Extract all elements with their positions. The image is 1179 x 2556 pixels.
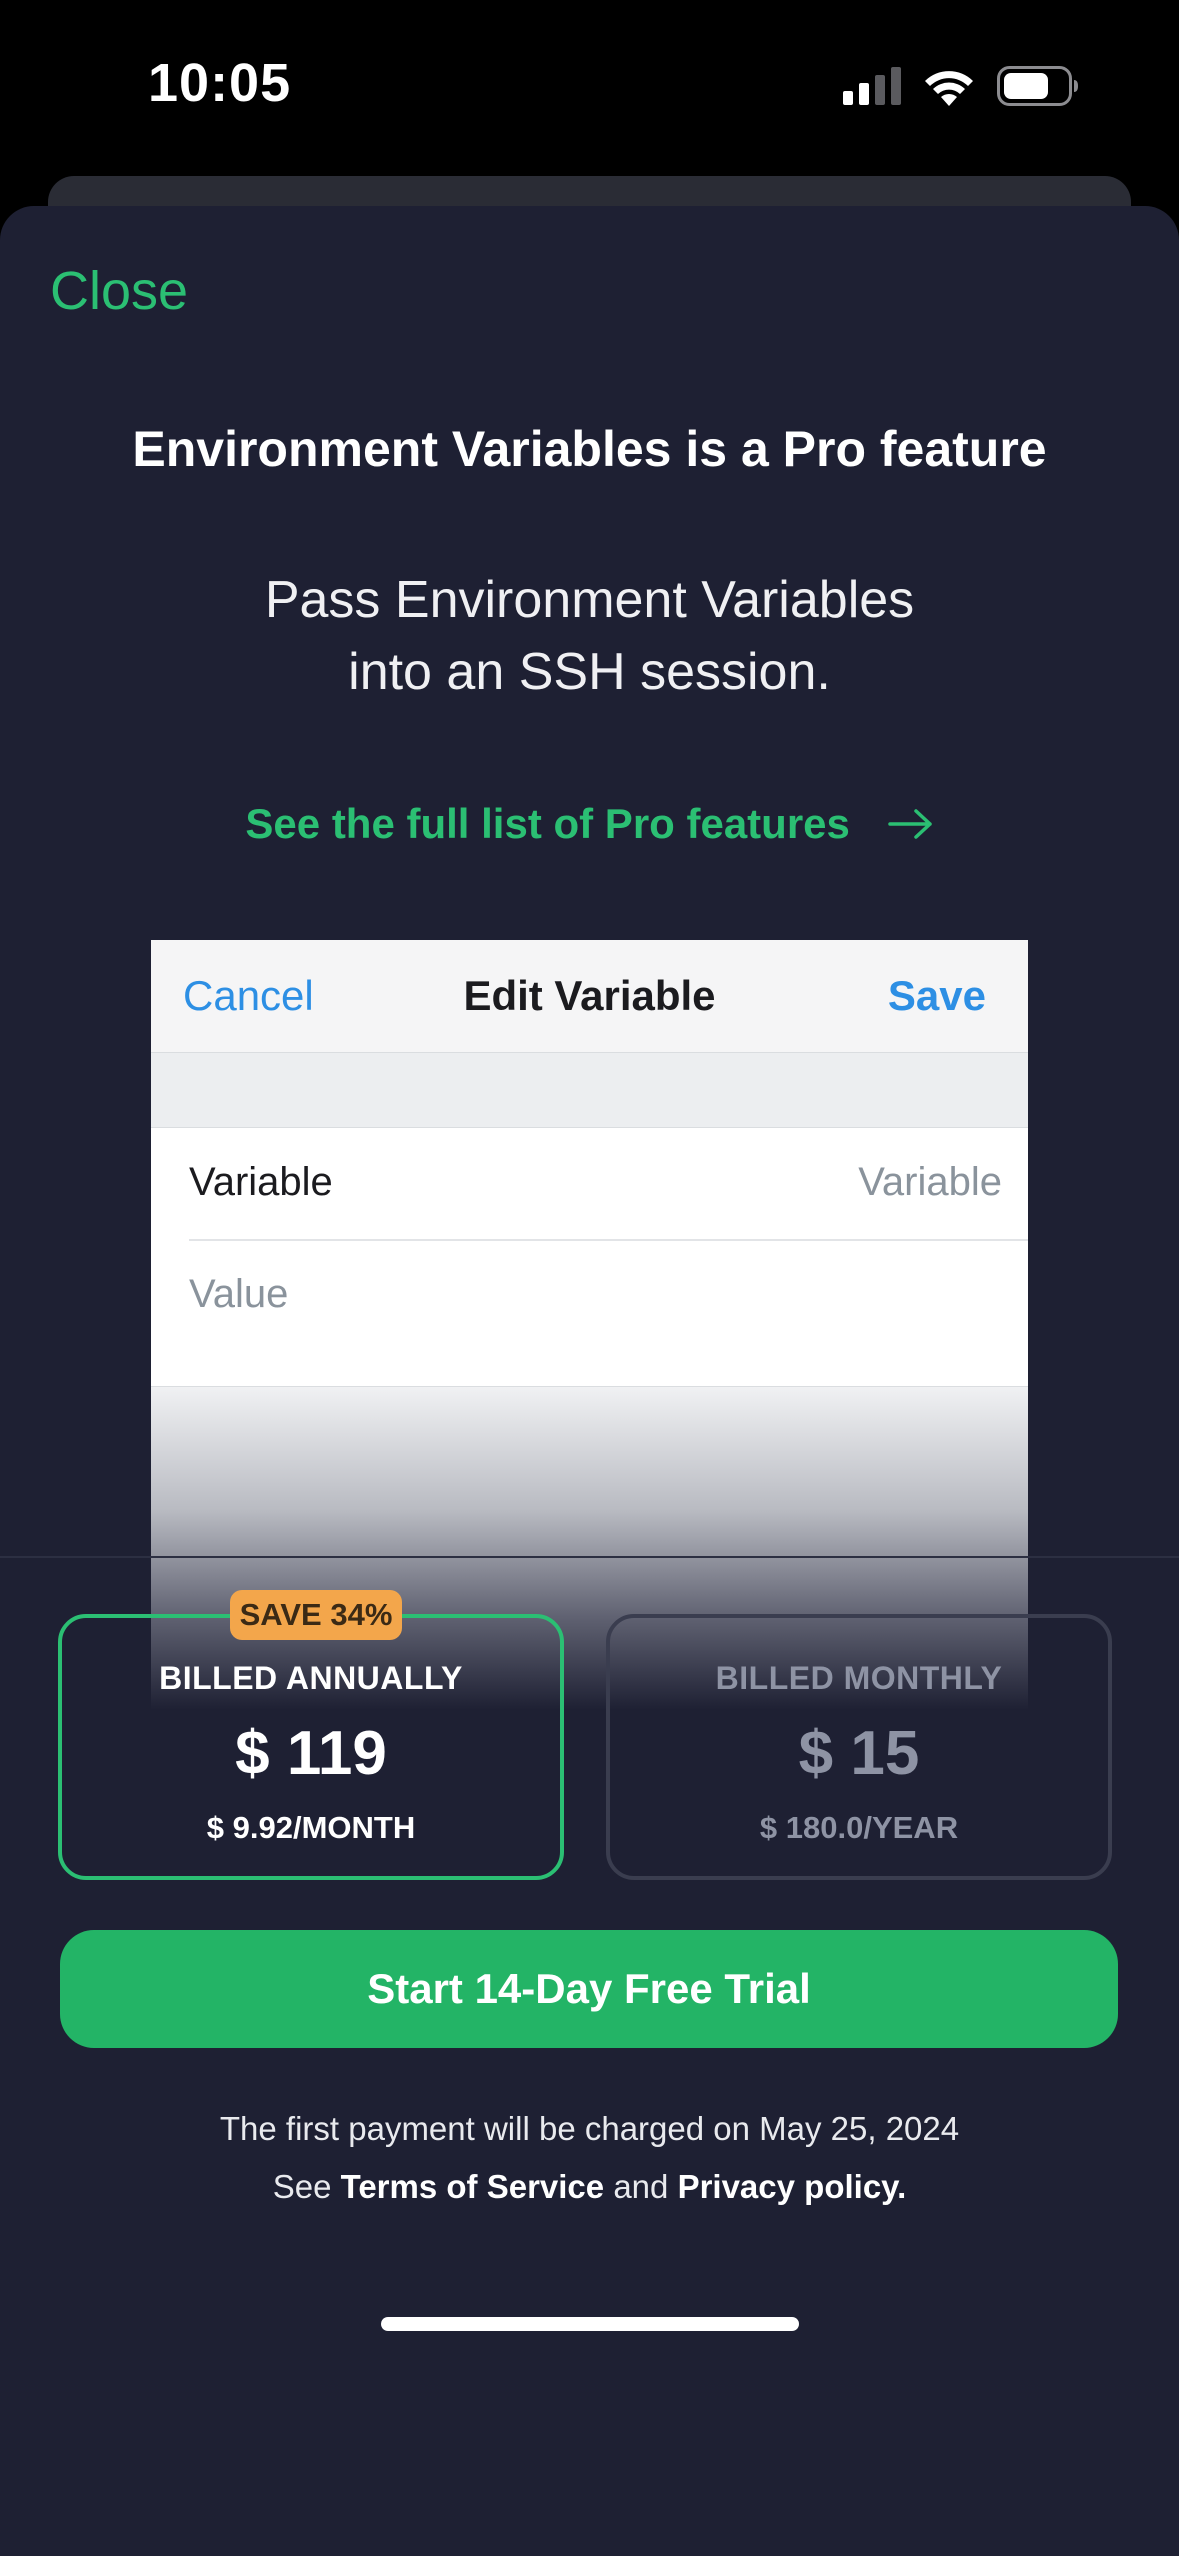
pro-features-link[interactable]: See the full list of Pro features [0, 800, 1179, 848]
plan-annual-monthly-price: $ 9.92/MONTH [206, 1810, 416, 1845]
variable-placeholder: Variable [858, 1160, 1002, 1204]
plan-monthly-card[interactable]: BILLED MONTHLY $ 15 $ 180.0/YEAR [606, 1614, 1112, 1880]
divider [0, 1556, 1179, 1558]
start-trial-button[interactable]: Start 14-Day Free Trial [60, 1930, 1118, 2048]
plan-monthly-price: $ 15 [798, 1719, 920, 1788]
terms-of-service-link[interactable]: Terms of Service [341, 2168, 605, 2205]
plan-monthly-name: BILLED MONTHLY [715, 1660, 1003, 1696]
status-bar: 10:05 [0, 0, 1179, 170]
plan-annual-price: $ 119 [235, 1719, 387, 1788]
pro-features-link-label: See the full list of Pro features [245, 800, 850, 847]
subtitle-line-1: Pass Environment Variables [264, 571, 915, 629]
preview-section-gap [151, 1053, 1028, 1128]
save-badge: SAVE 34% [230, 1590, 402, 1640]
page-title: Environment Variables is a Pro feature [132, 421, 1047, 477]
variable-label: Variable [189, 1160, 333, 1204]
wifi-icon [925, 71, 973, 106]
legal-see: See [272, 2168, 332, 2205]
plan-annual-name: BILLED ANNUALLY [159, 1660, 463, 1696]
preview-nav-bar: Cancel Edit Variable Save [151, 940, 1028, 1053]
battery-icon [997, 66, 1078, 106]
home-indicator[interactable] [381, 2317, 799, 2331]
value-placeholder: Value [189, 1272, 289, 1316]
close-button[interactable]: Close [50, 260, 188, 322]
preview-form: Variable Variable Value [151, 1128, 1028, 1387]
preview-save-label: Save [887, 972, 986, 1019]
plan-monthly-yearly-price: $ 180.0/YEAR [759, 1810, 959, 1845]
legal-links: See Terms of Service and Privacy policy. [0, 2168, 1179, 2206]
field-divider [189, 1239, 1028, 1241]
payment-note: The first payment will be charged on May… [219, 2110, 960, 2147]
arrow-right-icon [887, 809, 932, 839]
signal-icon [843, 67, 901, 105]
status-time: 10:05 [148, 53, 292, 113]
plan-annual-card[interactable]: BILLED ANNUALLY $ 119 $ 9.92/MONTH [58, 1614, 564, 1880]
legal-and: and [613, 2168, 669, 2205]
feature-description: Pass Environment Variables into an SSH s… [0, 564, 1179, 708]
status-icons [843, 66, 1079, 106]
subtitle-line-2: into an SSH session. [348, 643, 831, 701]
privacy-policy-link[interactable]: Privacy policy. [678, 2168, 907, 2205]
